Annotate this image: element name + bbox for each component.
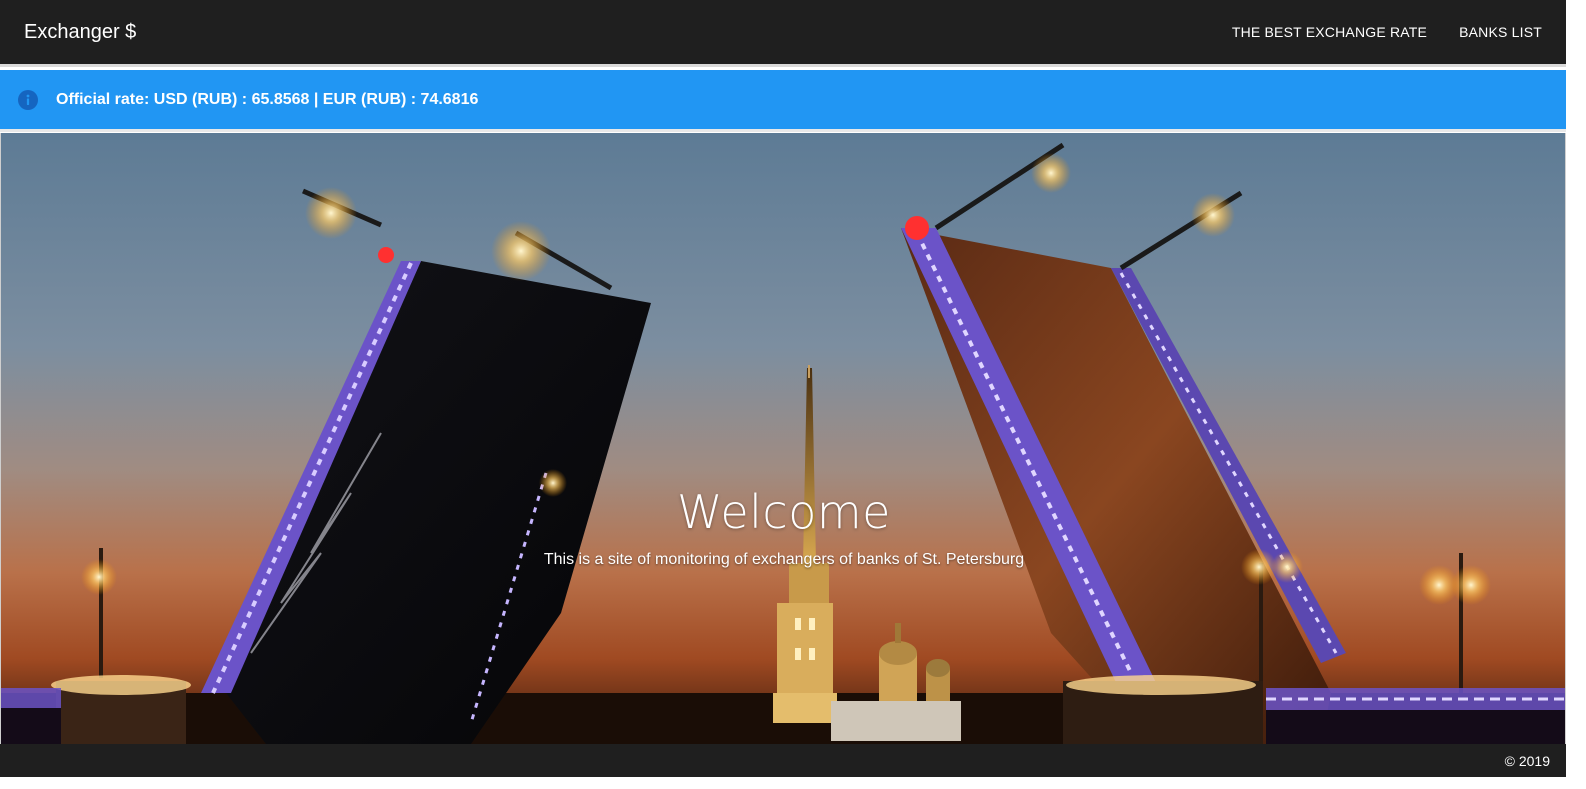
hero-subtitle: This is a site of monitoring of exchange… (543, 551, 1025, 568)
hero-section: Welcome This is a site of monitoring of … (0, 133, 1566, 744)
hero-background-image (1, 133, 1565, 744)
official-rate-banner: Official rate: USD (RUB) : 65.8568 | EUR… (0, 70, 1566, 132)
footer-copyright: © 2019 (1504, 752, 1550, 769)
nav-links: THE BEST EXCHANGE RATE BANKS LIST (1200, 24, 1542, 40)
footer: © 2019 (0, 744, 1566, 777)
brand-logo-link[interactable]: Exchanger $ (24, 21, 136, 44)
hero-title: Welcome (677, 485, 891, 539)
info-icon (18, 89, 38, 110)
nav-link-best-exchange-rate[interactable]: THE BEST EXCHANGE RATE (1232, 24, 1427, 40)
nav-link-banks-list[interactable]: BANKS LIST (1459, 24, 1542, 40)
page: Exchanger $ THE BEST EXCHANGE RATE BANKS… (0, 0, 1586, 789)
top-navbar: Exchanger $ THE BEST EXCHANGE RATE BANKS… (0, 0, 1566, 67)
official-rate-text: Official rate: USD (RUB) : 65.8568 | EUR… (56, 90, 479, 108)
